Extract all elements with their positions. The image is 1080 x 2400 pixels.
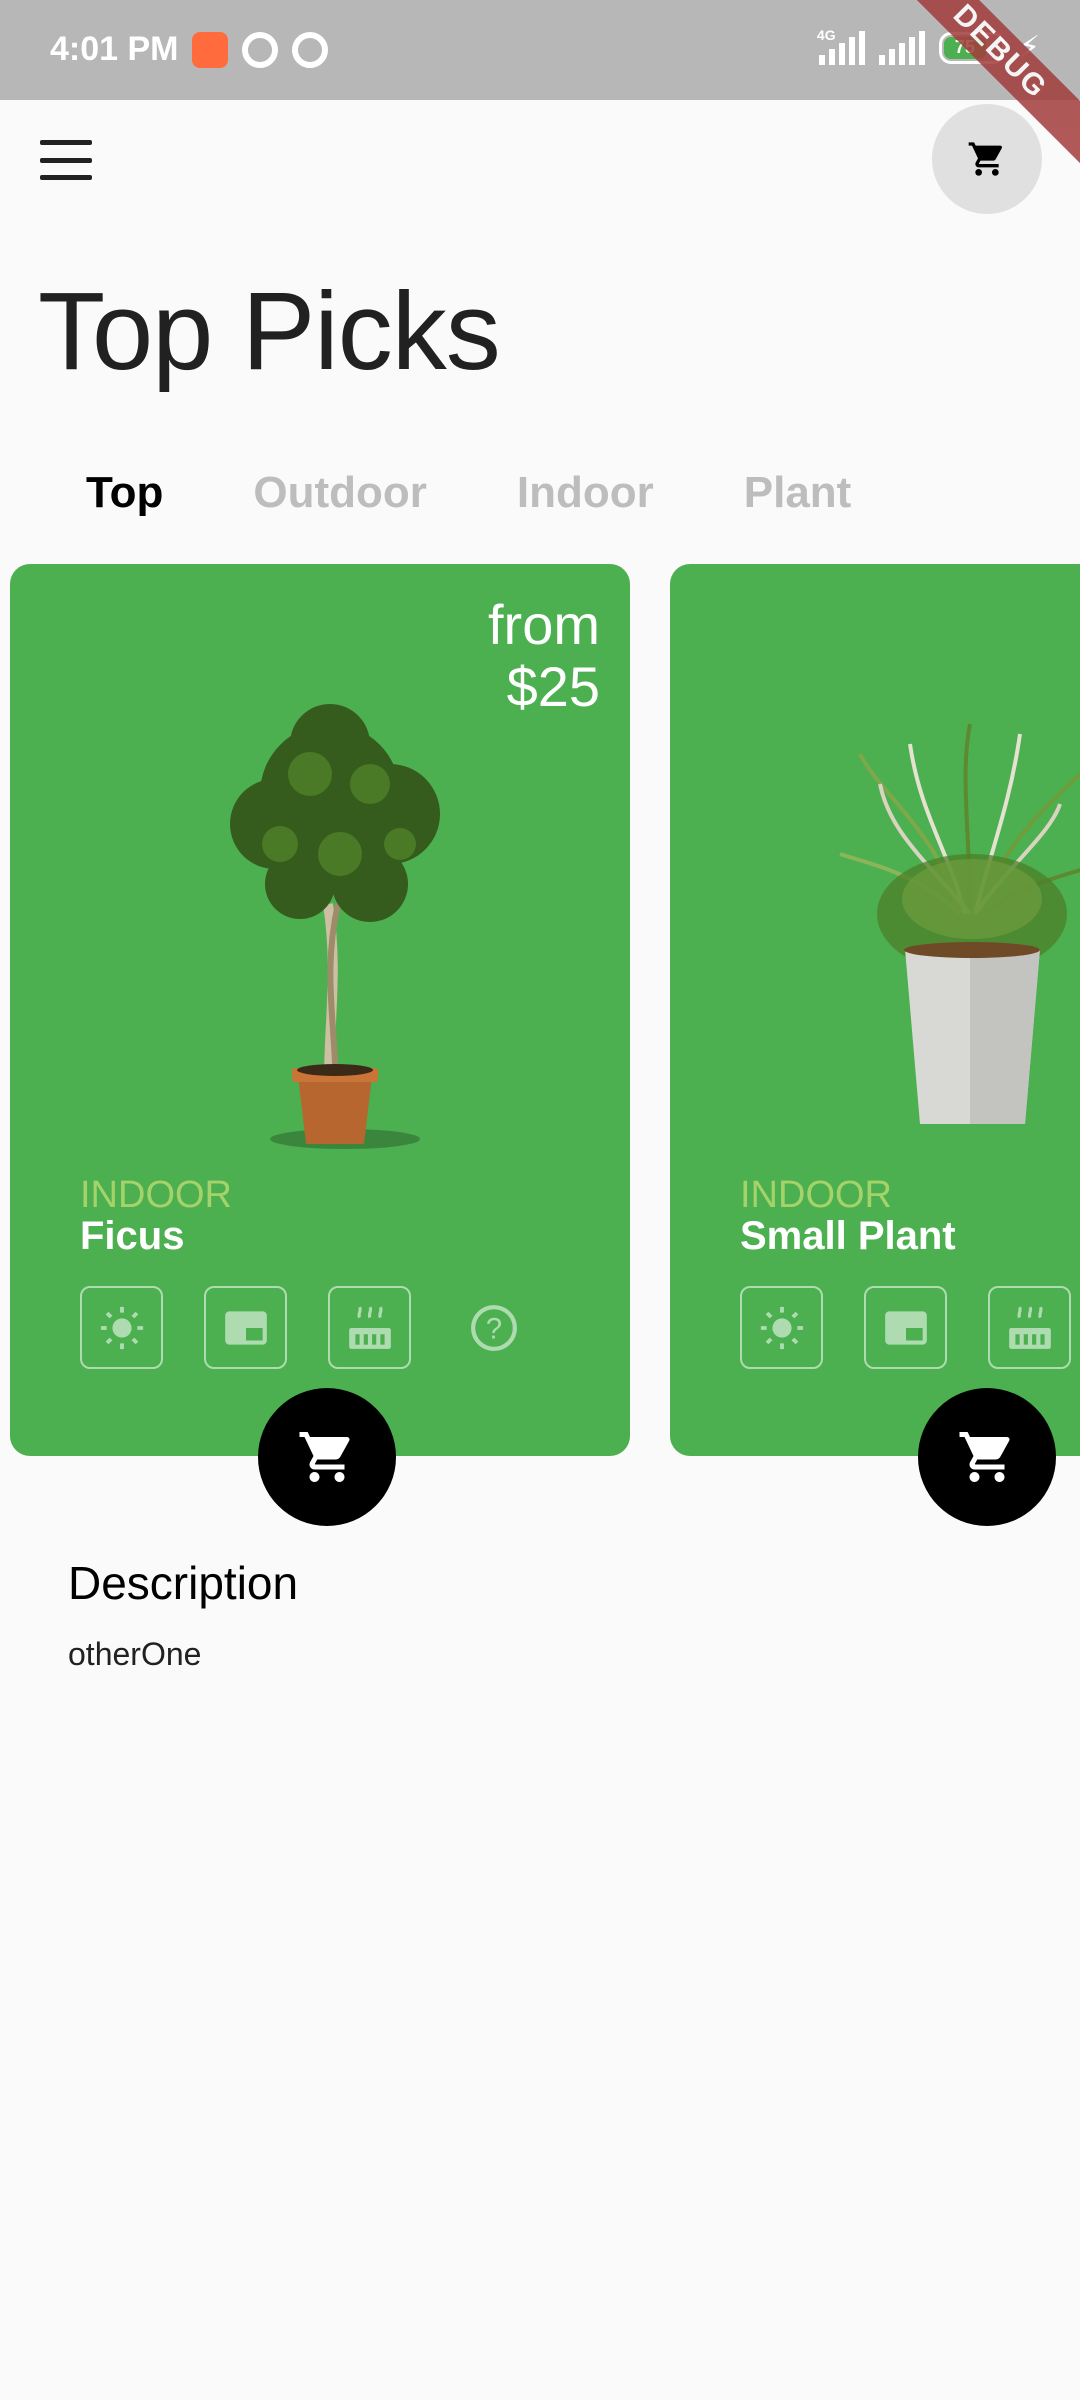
add-to-cart-button[interactable] bbox=[258, 1388, 396, 1526]
shopping-cart-icon bbox=[299, 1432, 350, 1482]
feature-icons bbox=[740, 1286, 1071, 1369]
window-icon bbox=[204, 1286, 287, 1369]
humidity-icon bbox=[328, 1286, 411, 1369]
svg-text:?: ? bbox=[485, 1313, 501, 1345]
small-plant-image bbox=[839, 723, 1080, 1124]
network-type: 4G bbox=[816, 26, 836, 43]
page-title: Top Picks bbox=[38, 270, 501, 393]
product-card-small-plant[interactable]: INDOOR Small Plant bbox=[670, 564, 1080, 1456]
status-bar: 4:01 PM 4G 75 ⚡ bbox=[0, 0, 1080, 100]
price-label: from $25 bbox=[488, 594, 600, 718]
sync-icon bbox=[242, 32, 278, 68]
cart-button[interactable] bbox=[932, 104, 1042, 214]
help-icon[interactable]: ? bbox=[452, 1286, 535, 1369]
shopping-cart-icon bbox=[959, 1432, 1010, 1482]
shopping-cart-icon bbox=[968, 142, 1003, 176]
product-card-ficus[interactable]: from $25 INDOOR Ficus ? bbox=[10, 564, 630, 1456]
signal-icon bbox=[878, 30, 925, 65]
feature-icons: ? bbox=[80, 1286, 535, 1369]
price-prefix: from bbox=[488, 593, 600, 656]
tab-top[interactable]: Top bbox=[86, 468, 163, 518]
sun-icon bbox=[740, 1286, 823, 1369]
signal-icon: 4G bbox=[817, 27, 865, 65]
card-category: INDOOR bbox=[740, 1174, 892, 1216]
price-value: $25 bbox=[506, 655, 600, 718]
description-body: otherOne bbox=[68, 1636, 202, 1672]
sun-icon bbox=[80, 1286, 163, 1369]
ficus-plant-image bbox=[230, 704, 440, 1149]
description-title: Description bbox=[68, 1557, 299, 1609]
tab-outdoor[interactable]: Outdoor bbox=[253, 468, 427, 518]
add-to-cart-button[interactable] bbox=[918, 1388, 1056, 1526]
sync-icon bbox=[292, 32, 328, 68]
card-title: Small Plant bbox=[740, 1214, 956, 1258]
hamburger-menu-icon[interactable] bbox=[40, 140, 92, 180]
humidity-icon bbox=[988, 1286, 1071, 1369]
tab-plant[interactable]: Plant bbox=[744, 468, 852, 518]
category-tabs: Top Outdoor Indoor Plant bbox=[86, 468, 941, 518]
app-notification-icon bbox=[192, 32, 228, 68]
window-icon bbox=[864, 1286, 947, 1369]
card-title: Ficus bbox=[80, 1214, 185, 1258]
card-category: INDOOR bbox=[80, 1174, 232, 1216]
status-time: 4:01 PM bbox=[50, 30, 179, 68]
tab-indoor[interactable]: Indoor bbox=[517, 468, 654, 518]
notification-icons bbox=[192, 32, 328, 68]
